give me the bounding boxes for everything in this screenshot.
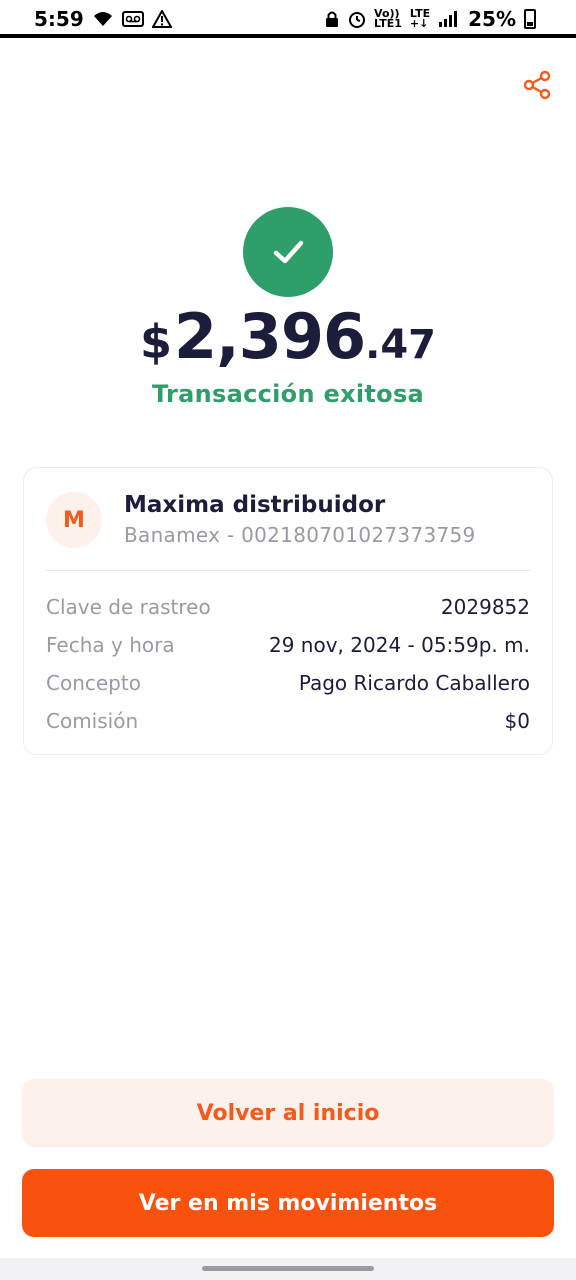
home-indicator-handle[interactable] (202, 1266, 374, 1271)
detail-label: Comisión (46, 709, 139, 733)
warning-icon (151, 10, 172, 28)
battery-icon (524, 9, 536, 29)
lte-indicator: LTE +↓ (409, 8, 430, 30)
status-bar-left: 5:59 (34, 7, 172, 31)
detail-value: $0 (504, 709, 530, 733)
amount-decimal: .47 (365, 322, 436, 368)
detail-row-fee: Comisión $0 (46, 706, 530, 736)
voicemail-icon (121, 10, 144, 28)
status-bar-right: Vo)) LTE1 LTE +↓ 25% (324, 7, 536, 31)
status-bar: 5:59 Vo)) LTE1 LTE +↓ 25% (0, 0, 576, 38)
transaction-status: Transacción exitosa (151, 380, 425, 408)
detail-row-concept: Concepto Pago Ricardo Caballero (46, 668, 530, 698)
share-icon (523, 70, 551, 100)
data-activity-label: +↓ (409, 17, 429, 30)
detail-label: Concepto (46, 671, 141, 695)
recipient-account: Banamex - 002180701027373759 (124, 523, 476, 547)
detail-row-date-time: Fecha y hora 29 nov, 2024 - 05:59p. m. (46, 630, 530, 660)
card-divider (46, 570, 530, 571)
lte-sim-label: LTE1 (374, 17, 402, 30)
recipient-avatar: M (46, 492, 102, 548)
lock-icon (324, 10, 340, 28)
recipient-name: Maxima distribuidor (124, 492, 386, 518)
back-home-button[interactable]: Volver al inicio (22, 1079, 554, 1147)
check-icon (273, 240, 304, 264)
detail-label: Fecha y hora (46, 633, 175, 657)
battery-percent: 25% (468, 7, 516, 31)
transfer-receipt-screen: 5:59 Vo)) LTE1 LTE +↓ 25% $ 2,396 .47 Tr… (0, 0, 576, 1280)
detail-value: Pago Ricardo Caballero (298, 671, 530, 695)
transaction-details-card: M Maxima distribuidor Banamex - 00218070… (23, 467, 553, 755)
navigation-bar (0, 1258, 576, 1280)
alarm-icon (348, 10, 366, 28)
detail-value: 29 nov, 2024 - 05:59p. m. (269, 633, 530, 657)
detail-label: Clave de rastreo (46, 595, 211, 619)
transaction-amount: $ 2,396 .47 (0, 300, 576, 373)
status-time: 5:59 (34, 7, 84, 31)
share-button[interactable] (520, 68, 554, 102)
detail-value: 2029852 (440, 595, 530, 619)
signal-icon (438, 10, 460, 28)
success-badge (243, 207, 333, 297)
amount-integer: 2,396 (174, 300, 366, 373)
amount-currency: $ (140, 315, 173, 369)
volte-indicator: Vo)) LTE1 (374, 8, 402, 30)
wifi-icon (92, 10, 114, 28)
detail-row-tracking-key: Clave de rastreo 2029852 (46, 592, 530, 622)
view-movements-button[interactable]: Ver en mis movimientos (22, 1169, 554, 1237)
